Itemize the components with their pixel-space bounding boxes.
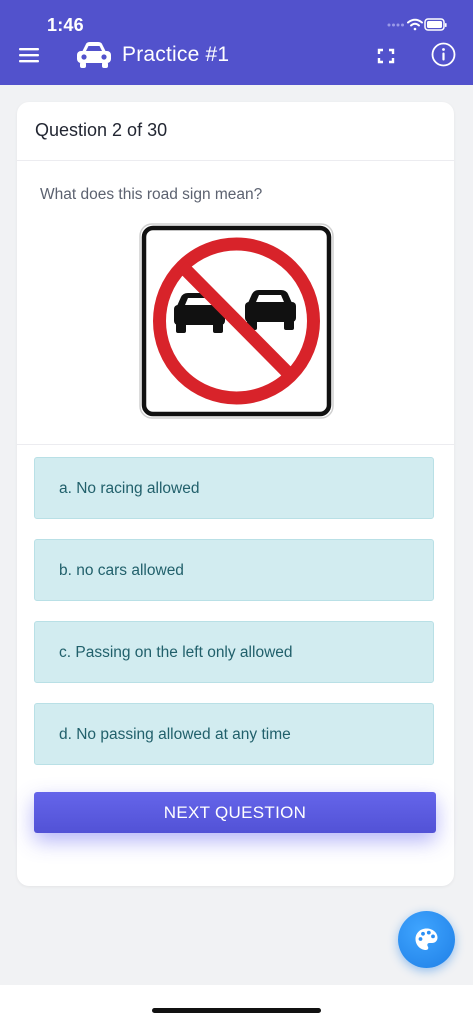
divider <box>17 444 454 445</box>
answer-label: d. No passing allowed at any time <box>59 726 291 743</box>
question-counter: Question 2 of 30 <box>35 120 168 140</box>
answer-option-a[interactable]: a. No racing allowed <box>34 457 434 519</box>
palette-icon <box>415 928 438 950</box>
menu-icon <box>19 48 39 63</box>
car-logo <box>74 39 114 71</box>
bottom-bar <box>0 985 473 1024</box>
page-title: Practice #1 <box>122 43 230 66</box>
answer-option-d[interactable]: d. No passing allowed at any time <box>34 703 434 765</box>
answer-label: a. No racing allowed <box>59 480 200 497</box>
answer-option-b[interactable]: b. no cars allowed <box>34 539 434 601</box>
card-header: Question 2 of 30 <box>17 102 454 161</box>
wifi-icon <box>407 18 423 31</box>
answer-option-c[interactable]: c. Passing on the left only allowed <box>34 621 434 683</box>
fullscreen-button[interactable] <box>376 47 396 65</box>
menu-button[interactable] <box>18 45 40 65</box>
status-icons <box>387 17 447 33</box>
status-time: 1:46 <box>47 15 84 35</box>
fullscreen-icon <box>377 48 395 64</box>
theme-palette-button[interactable] <box>398 911 455 968</box>
road-sign-image <box>139 223 334 419</box>
app-bar: 1:46 Practice #1 <box>0 0 473 85</box>
car-icon <box>77 42 111 68</box>
answer-label: b. no cars allowed <box>59 562 184 579</box>
question-text: What does this road sign mean? <box>40 186 263 203</box>
cellular-signal-icon <box>387 23 404 27</box>
home-indicator[interactable] <box>152 1008 321 1013</box>
info-icon <box>431 42 456 67</box>
battery-icon <box>424 18 447 31</box>
no-passing-sign-icon <box>139 223 334 419</box>
answer-label: c. Passing on the left only allowed <box>59 644 293 661</box>
question-card: Question 2 of 30 What does this road sig… <box>17 102 454 886</box>
info-button[interactable] <box>431 42 456 67</box>
next-question-button[interactable]: NEXT QUESTION <box>34 792 436 833</box>
